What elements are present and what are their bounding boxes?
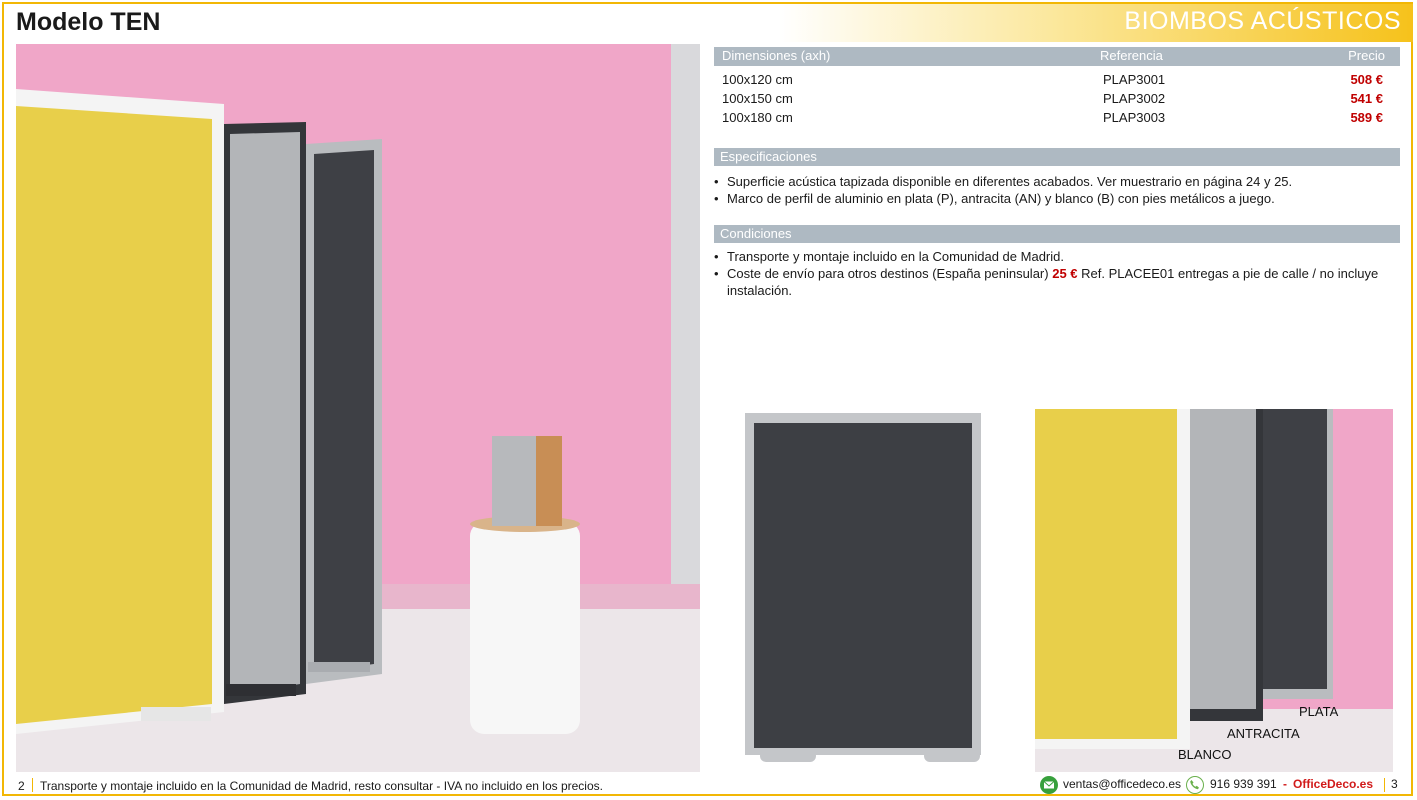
brand-link[interactable]: OfficeDeco.es bbox=[1293, 777, 1373, 791]
column-reference: Referencia bbox=[1100, 48, 1163, 63]
specs-heading-bar: Especificaciones bbox=[714, 148, 1400, 166]
page-number-right: 3 bbox=[1391, 777, 1398, 791]
specs-list: Superficie acústica tapizada disponible … bbox=[714, 173, 1400, 207]
label-blanco: BLANCO bbox=[1178, 747, 1232, 762]
row-price: 589 € bbox=[1350, 110, 1383, 125]
row-price: 508 € bbox=[1350, 72, 1383, 87]
row-price: 541 € bbox=[1350, 91, 1383, 106]
main-product-photo bbox=[16, 44, 700, 772]
single-panel-photo bbox=[740, 410, 985, 772]
model-title: Modelo TEN bbox=[16, 8, 161, 36]
row-dimension: 100x180 cm bbox=[722, 110, 793, 125]
row-reference: PLAP3002 bbox=[1103, 91, 1166, 106]
page-number-left: 2 bbox=[18, 779, 25, 793]
label-plata: PLATA bbox=[1299, 704, 1339, 719]
row-reference: PLAP3001 bbox=[1103, 72, 1166, 87]
frame-colors-photo: PLATA ANTRACITA BLANCO bbox=[1035, 409, 1393, 772]
spec-item: Marco de perfil de aluminio en plata (P)… bbox=[714, 190, 1400, 207]
column-price: Precio bbox=[1348, 48, 1385, 63]
footer-divider bbox=[1384, 778, 1385, 792]
table-row: 100x120 cm PLAP3001 508 € bbox=[714, 72, 1400, 91]
table-row: 100x180 cm PLAP3003 589 € bbox=[714, 110, 1400, 129]
price-table-header: Dimensiones (axh) Referencia Precio bbox=[714, 47, 1400, 66]
footer-note: Transporte y montaje incluido en la Comu… bbox=[40, 779, 603, 793]
specs-heading: Especificaciones bbox=[720, 149, 817, 164]
footer-divider bbox=[32, 778, 33, 792]
row-reference: PLAP3003 bbox=[1103, 110, 1166, 125]
phone-icon bbox=[1186, 776, 1204, 794]
shipping-price: 25 € bbox=[1052, 266, 1078, 281]
condition-text: Coste de envío para otros destinos (Espa… bbox=[727, 266, 1049, 281]
footer-dash: - bbox=[1283, 777, 1287, 791]
condition-item: Coste de envío para otros destinos (Espa… bbox=[714, 265, 1400, 299]
row-dimension: 100x150 cm bbox=[722, 91, 793, 106]
row-dimension: 100x120 cm bbox=[722, 72, 793, 87]
column-dimensions: Dimensiones (axh) bbox=[722, 48, 831, 63]
conditions-heading-bar: Condiciones bbox=[714, 225, 1400, 243]
conditions-list: Transporte y montaje incluido en la Comu… bbox=[714, 248, 1400, 299]
table-row: 100x150 cm PLAP3002 541 € bbox=[714, 91, 1400, 110]
spec-item: Superficie acústica tapizada disponible … bbox=[714, 173, 1400, 190]
label-antracita: ANTRACITA bbox=[1227, 726, 1300, 741]
conditions-heading: Condiciones bbox=[720, 226, 792, 241]
email-icon bbox=[1040, 776, 1058, 794]
email-link[interactable]: ventas@officedeco.es bbox=[1063, 777, 1181, 791]
condition-item: Transporte y montaje incluido en la Comu… bbox=[714, 248, 1400, 265]
phone-number[interactable]: 916 939 391 bbox=[1210, 777, 1277, 791]
category-title: BIOMBOS ACÚSTICOS bbox=[1124, 7, 1401, 35]
